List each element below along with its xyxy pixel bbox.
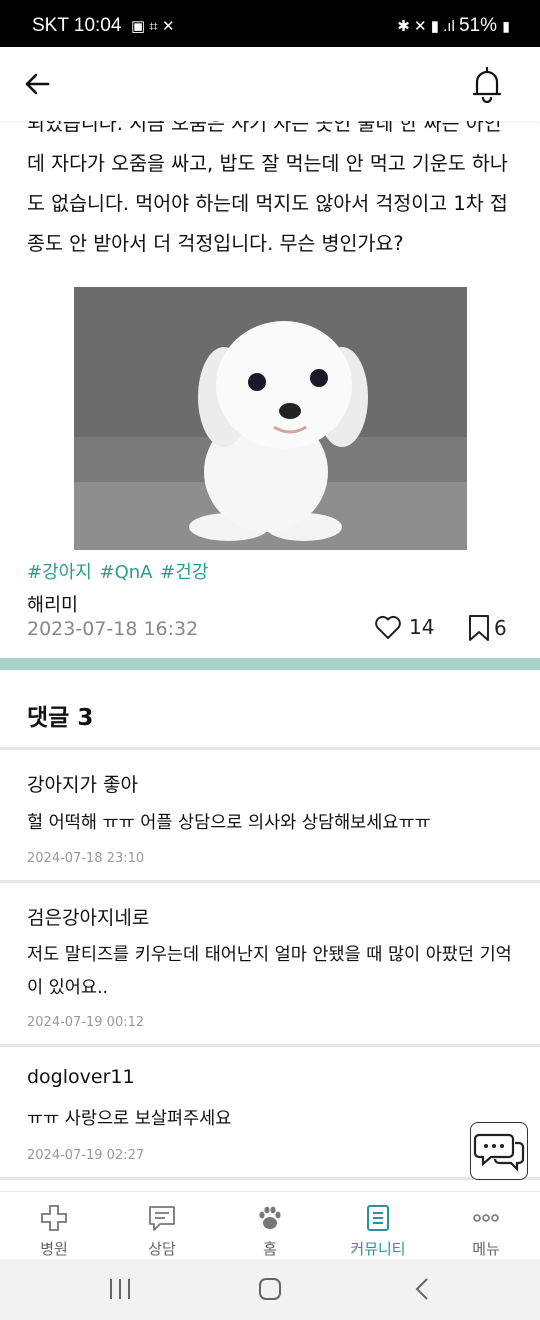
document-icon [367, 1205, 389, 1231]
nav-label: 메뉴 [472, 1240, 500, 1258]
chat-bubbles-icon [473, 1133, 525, 1172]
comment-date: 2024-07-19 02:27 [27, 1148, 145, 1163]
carrier-time: SKT 10:04 [32, 15, 122, 36]
bookmark-icon [469, 615, 489, 641]
post-body-text: 되었습니다. 지금 오줌은 자기 자는 곳인 줄네 한 짜는 아인데 자다가 오… [27, 112, 508, 255]
comment-separator [0, 880, 540, 883]
comment-author[interactable]: doglover11 [27, 1066, 135, 1088]
like-button[interactable]: 14 [374, 614, 434, 640]
comment-separator [0, 1177, 540, 1180]
hospital-cross-icon [41, 1205, 67, 1231]
post-image-puppy[interactable] [74, 287, 467, 550]
comment-author[interactable]: 검은강아지네로 [27, 903, 149, 930]
comment-text: 저도 말티즈를 키우는데 태어난지 얼마 안됐을 때 많이 아팠던 기억이 있어… [27, 945, 512, 998]
comment-text: 헐 어떡해 ㅠㅠ 어플 상담으로 의사와 상담해보세요ㅠㅠ [27, 813, 431, 833]
comment-separator [0, 1044, 540, 1047]
comment-date: 2024-07-18 23:10 [27, 851, 145, 866]
puppy-photo-graphic [74, 287, 467, 550]
battery-level: 51% [458, 15, 497, 36]
more-icon [473, 1214, 499, 1222]
status-icons: ▣ ⌗ ✕ [131, 18, 175, 35]
nav-community[interactable]: 커뮤니티 [324, 1192, 432, 1259]
recent-apps-icon[interactable] [105, 1276, 135, 1302]
comment-separator [0, 747, 540, 750]
comment-text: ㅠㅠ 사랑으로 보살펴주세요 [27, 1109, 232, 1129]
post-tags[interactable]: #강아지 #QnA #건강 [27, 558, 208, 584]
heart-icon [375, 615, 401, 639]
bookmark-button[interactable]: 6 [467, 614, 507, 642]
post-date: 2023-07-18 16:32 [27, 618, 199, 640]
comment-author[interactable]: 강아지가 좋아 [27, 770, 138, 797]
comment-date: 2024-07-19 00:12 [27, 1015, 145, 1030]
bottom-navigation: 병원 상담 홈 커뮤니티 메뉴 [0, 1191, 540, 1259]
back-icon[interactable] [408, 1276, 438, 1302]
nav-menu[interactable]: 메뉴 [432, 1192, 540, 1259]
status-right: ✱ ✕ ▮ .ıl 51% ▮ [397, 15, 510, 37]
nav-home[interactable]: 홈 [216, 1192, 324, 1259]
section-divider [0, 658, 540, 670]
nav-hospital[interactable]: 병원 [0, 1192, 108, 1259]
status-bar: SKT 10:04 ▣ ⌗ ✕ ✱ ✕ ▮ .ıl 51% ▮ [0, 0, 540, 47]
chat-consult-button[interactable] [470, 1122, 528, 1180]
back-arrow-icon[interactable] [22, 69, 52, 99]
nav-label: 상담 [148, 1240, 176, 1258]
nav-label: 커뮤니티 [350, 1240, 406, 1258]
system-icons: ✱ ✕ ▮ .ıl [397, 18, 459, 35]
comments-title: 댓글 3 [27, 705, 94, 731]
paw-icon [259, 1206, 281, 1229]
nav-consult[interactable]: 상담 [108, 1192, 216, 1259]
home-icon[interactable] [255, 1276, 285, 1302]
nav-label: 병원 [40, 1240, 68, 1258]
post-author[interactable]: 해리미 [27, 591, 78, 617]
chat-icon [149, 1206, 175, 1231]
notification-bell-icon[interactable] [470, 65, 504, 103]
like-count: 14 [409, 615, 435, 639]
nav-label: 홈 [263, 1240, 277, 1258]
bookmark-count: 6 [494, 616, 507, 640]
battery-icon: ▮ [502, 18, 510, 34]
system-navigation-bar [0, 1258, 540, 1320]
app-bar [0, 47, 540, 121]
